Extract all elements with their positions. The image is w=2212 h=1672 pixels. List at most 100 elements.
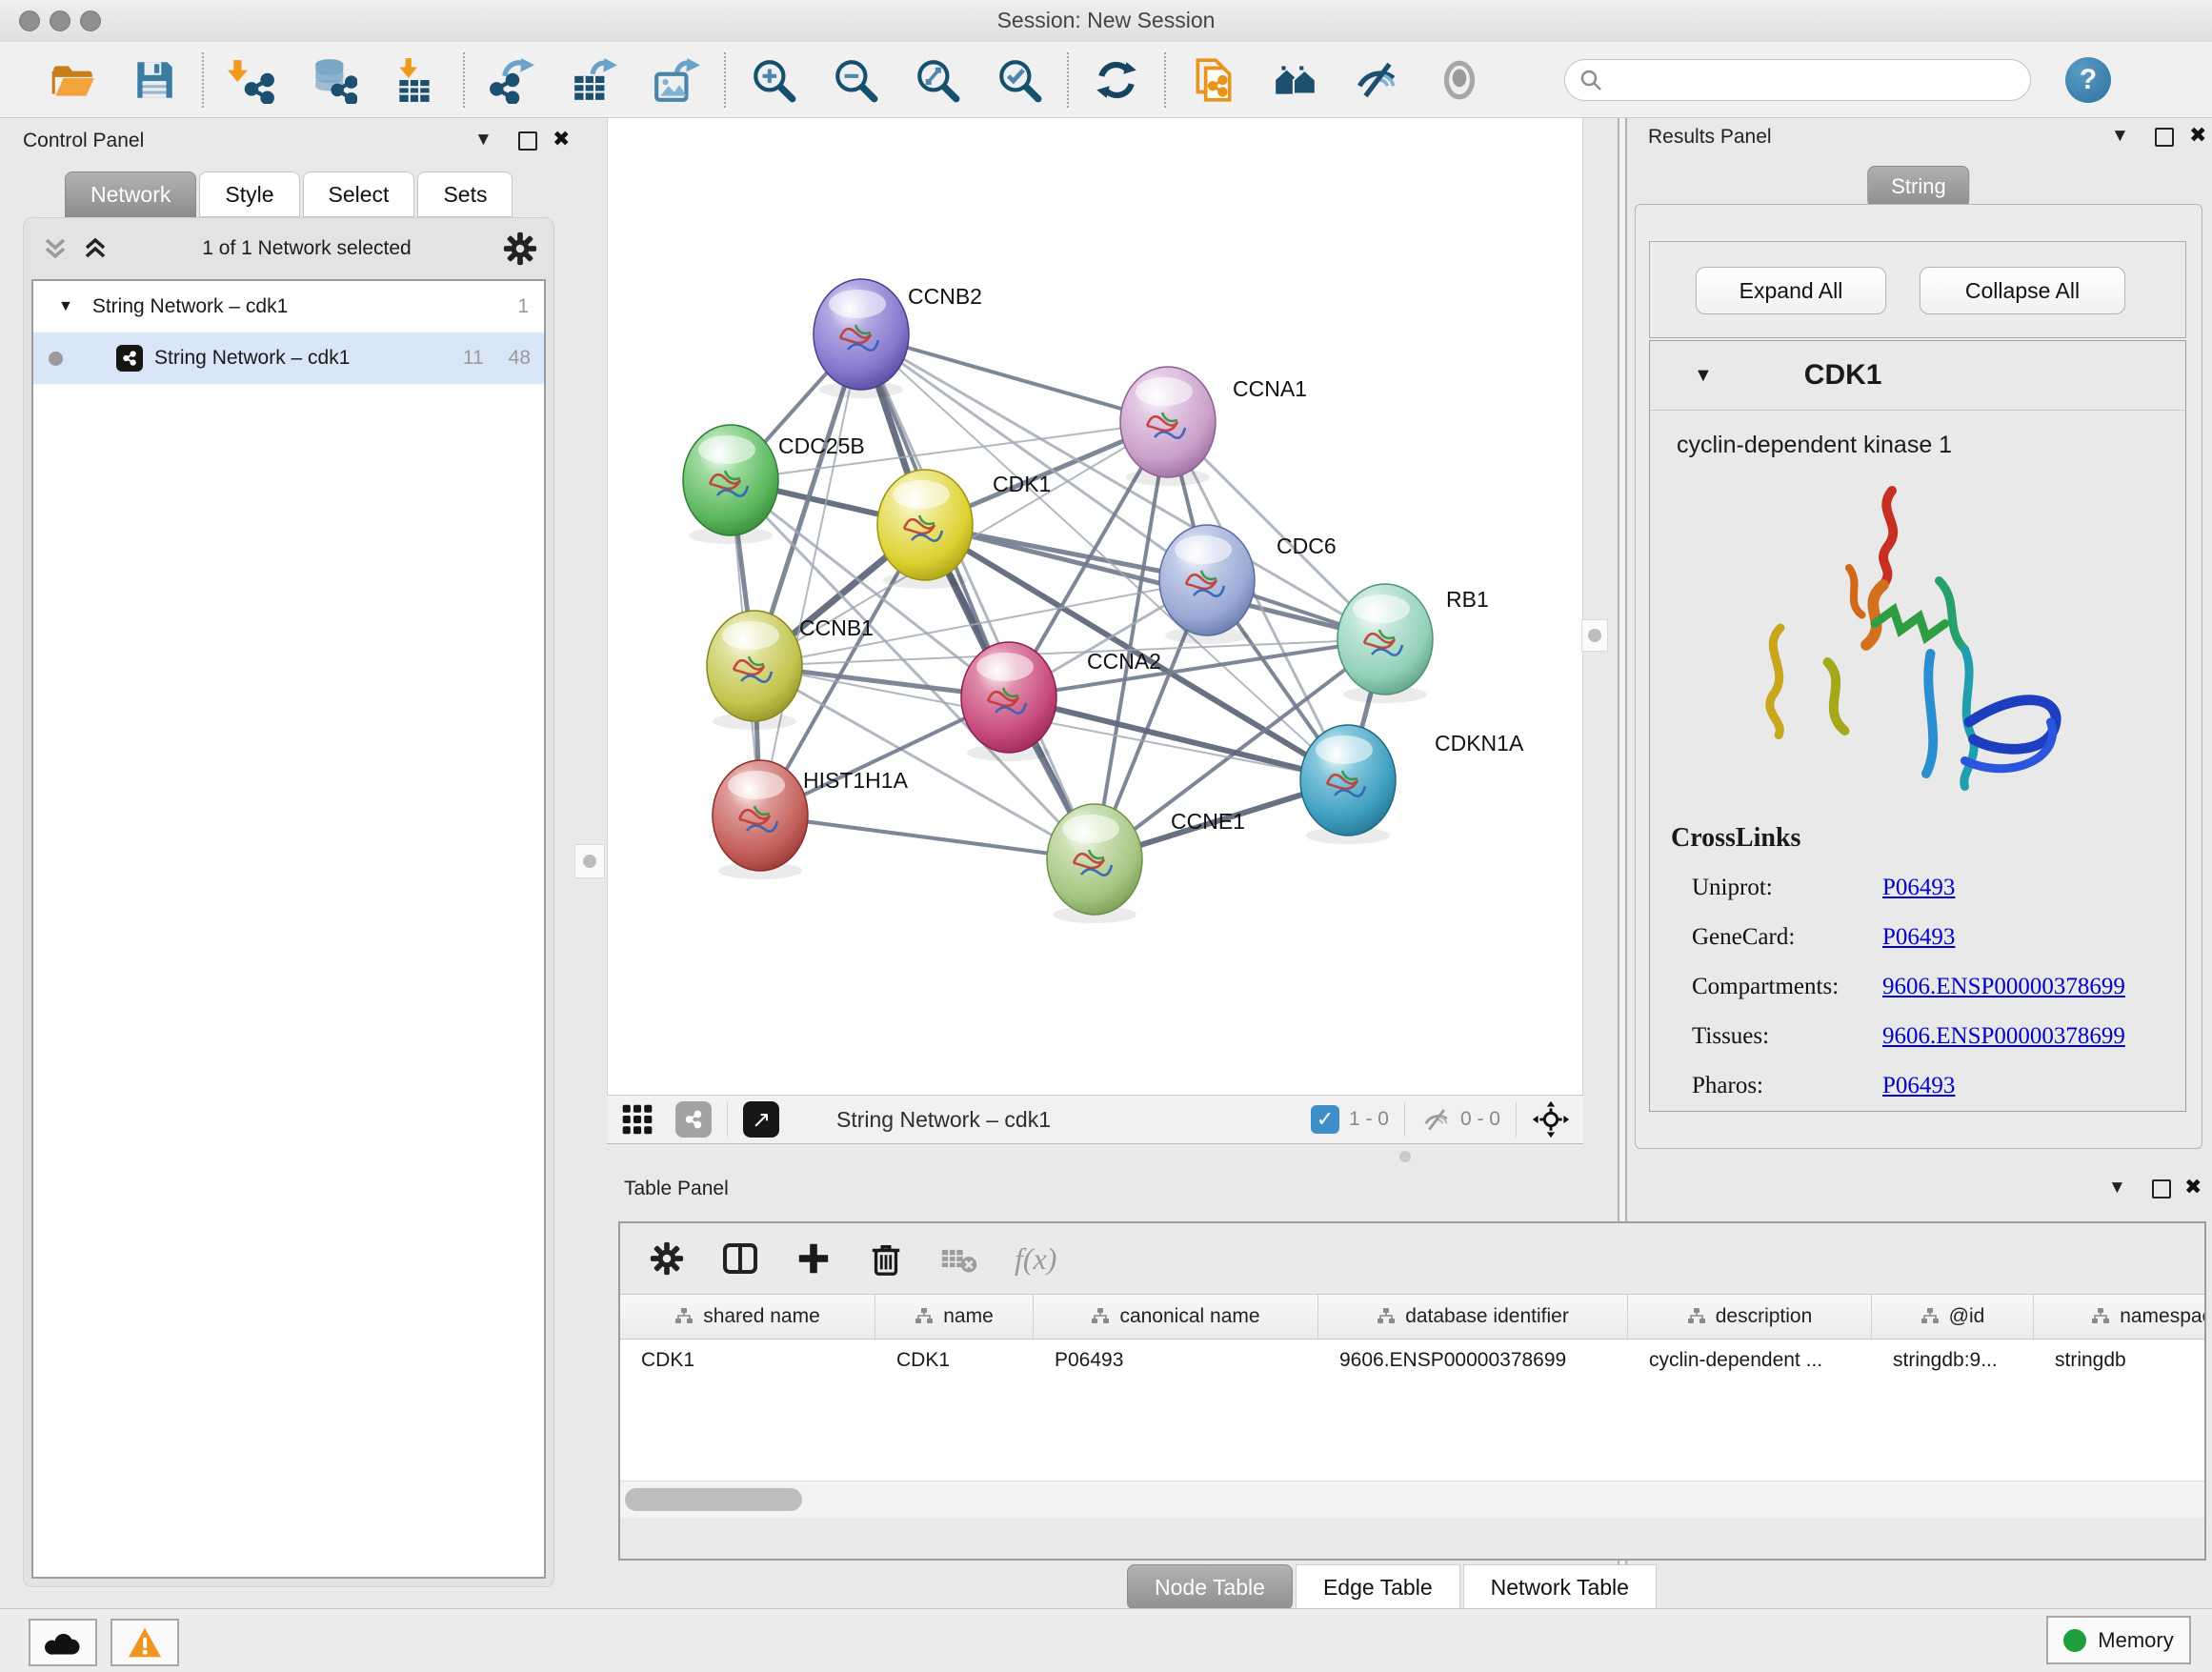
tab-sets[interactable]: Sets — [417, 171, 513, 217]
collapse-all-chevrons-icon[interactable] — [39, 232, 71, 265]
cell[interactable]: cyclin-dependent ... — [1628, 1340, 1872, 1381]
crosslink-link[interactable]: P06493 — [1882, 924, 1955, 951]
protein-ribbon-icon — [1727, 465, 2108, 808]
panel-menu-caret-icon[interactable]: ▼ — [474, 130, 493, 151]
splitter-grip-icon — [583, 855, 596, 868]
header-cell--id[interactable]: @id — [1872, 1295, 2034, 1339]
grid-view-icon[interactable] — [620, 1102, 654, 1137]
header-cell-shared-name[interactable]: shared name — [620, 1295, 875, 1339]
panel-float-icon[interactable] — [2155, 128, 2174, 147]
export-table-button[interactable] — [568, 53, 621, 107]
crosslink-link[interactable]: 9606.ENSP00000378699 — [1882, 974, 2125, 1000]
refresh-button[interactable] — [1090, 53, 1143, 107]
node-table-box: f(x) shared namenamecanonical namedataba… — [618, 1221, 2206, 1561]
horizontal-splitter-grip-icon[interactable] — [1399, 1151, 1411, 1162]
cell[interactable]: stringdb:9... — [1872, 1340, 2034, 1381]
right-splitter-handle[interactable] — [1581, 619, 1608, 652]
selected-checkbox-icon[interactable]: ✓ — [1311, 1105, 1339, 1134]
cell[interactable]: CDK1 — [620, 1340, 875, 1381]
cell[interactable]: P06493 — [1034, 1340, 1318, 1381]
header-cell-name[interactable]: name — [875, 1295, 1034, 1339]
fit-target-icon[interactable] — [1532, 1100, 1570, 1138]
panel-close-icon[interactable]: ✖ — [2184, 1175, 2202, 1199]
zoom-fit-button[interactable] — [911, 53, 964, 107]
panel-menu-caret-icon[interactable]: ▼ — [2111, 126, 2129, 147]
panel-float-icon[interactable] — [518, 131, 537, 151]
search-input[interactable] — [1603, 68, 2030, 92]
apps-home-button[interactable] — [1269, 53, 1322, 107]
clone-network-button[interactable] — [1187, 53, 1240, 107]
export-network-button[interactable] — [486, 53, 539, 107]
network-graph[interactable]: CCNB2CCNA1CDC25BCDK1CDC6RB1CCNB1CCNA2CDK… — [608, 118, 1582, 1095]
panel-menu-caret-icon[interactable]: ▼ — [2108, 1178, 2126, 1199]
string-results-box: Expand All Collapse All ▼ CDK1 cyclin-de… — [1635, 204, 2202, 1149]
panel-float-icon[interactable] — [2152, 1179, 2171, 1199]
crosslink-label: Pharos: — [1692, 1073, 1882, 1099]
cell[interactable]: CDK1 — [875, 1340, 1034, 1381]
tab-string[interactable]: String — [1867, 166, 1969, 208]
edge-CCNE1-HIST1H1A[interactable] — [760, 816, 1095, 859]
add-column-plus-icon[interactable] — [795, 1240, 832, 1277]
header-cell-database-identifier[interactable]: database identifier — [1318, 1295, 1628, 1339]
collapse-all-button[interactable]: Collapse All — [1920, 267, 2125, 314]
show-all-button[interactable] — [1433, 53, 1486, 107]
left-splitter-handle[interactable] — [574, 844, 605, 878]
network-list: ▼ String Network – cdk1 1 String Network… — [31, 279, 546, 1579]
warnings-button[interactable] — [111, 1619, 179, 1666]
network-collection-row[interactable]: ▼ String Network – cdk1 1 — [33, 281, 544, 332]
search-field[interactable] — [1564, 59, 2031, 101]
import-network-file-button[interactable] — [225, 53, 278, 107]
table-row[interactable]: CDK1CDK1P064939606.ENSP00000378699cyclin… — [620, 1340, 2204, 1381]
crosslink-row: Compartments:9606.ENSP00000378699 — [1692, 962, 2185, 1012]
zoom-selected-button[interactable] — [993, 53, 1046, 107]
expand-all-button[interactable]: Expand All — [1696, 267, 1886, 314]
tab-edge-table[interactable]: Edge Table — [1296, 1564, 1460, 1610]
tab-style[interactable]: Style — [199, 171, 299, 217]
network-canvas[interactable]: CCNB2CCNA1CDC25BCDK1CDC6RB1CCNB1CCNA2CDK… — [607, 118, 1583, 1095]
hide-selected-button[interactable] — [1351, 53, 1404, 107]
expand-all-chevrons-icon[interactable] — [79, 232, 111, 265]
export-image-button[interactable] — [650, 53, 703, 107]
table-settings-gear-icon[interactable] — [649, 1240, 685, 1277]
delete-column-trash-icon[interactable] — [868, 1240, 904, 1277]
tab-node-table[interactable]: Node Table — [1127, 1564, 1293, 1610]
network-options-gear-icon[interactable] — [502, 231, 538, 267]
zoom-in-button[interactable] — [747, 53, 800, 107]
splitter-grip-icon — [1588, 629, 1601, 642]
edge-CCNB2-HIST1H1A[interactable] — [760, 334, 861, 816]
crosslink-link[interactable]: P06493 — [1882, 875, 1955, 901]
import-network-database-button[interactable] — [307, 53, 360, 107]
import-table-button[interactable] — [389, 53, 442, 107]
section-collapse-caret-icon[interactable]: ▼ — [1694, 365, 1713, 387]
header-cell-namespace[interactable]: namespace — [2034, 1295, 2204, 1339]
crosslink-link[interactable]: P06493 — [1882, 1073, 1955, 1099]
cell[interactable]: 9606.ENSP00000378699 — [1318, 1340, 1628, 1381]
tab-network[interactable]: Network — [65, 171, 196, 217]
crosslink-link[interactable]: 9606.ENSP00000378699 — [1882, 1023, 2125, 1050]
import-database-icon — [310, 56, 357, 104]
zoom-out-button[interactable] — [829, 53, 882, 107]
memory-button[interactable]: Memory — [2046, 1616, 2191, 1664]
show-columns-icon[interactable] — [721, 1239, 759, 1278]
panel-close-icon[interactable]: ✖ — [553, 127, 570, 151]
edge-count: 48 — [509, 347, 531, 370]
cell[interactable]: stringdb — [2034, 1340, 2204, 1381]
tab-select[interactable]: Select — [303, 171, 415, 217]
header-cell-description[interactable]: description — [1628, 1295, 1872, 1339]
save-session-button[interactable] — [128, 53, 181, 107]
panel-close-icon[interactable]: ✖ — [2189, 123, 2206, 148]
gene-section-header[interactable]: ▼ CDK1 — [1650, 341, 2185, 411]
open-session-button[interactable] — [46, 53, 99, 107]
birdseye-toggle-button[interactable]: ↗ — [743, 1101, 779, 1138]
crosslink-row: Tissues:9606.ENSP00000378699 — [1692, 1012, 2185, 1061]
tree-expand-caret-icon[interactable]: ▼ — [58, 298, 73, 315]
network-row-selected[interactable]: String Network – cdk1 11 48 — [33, 332, 544, 384]
header-cell-canonical-name[interactable]: canonical name — [1034, 1295, 1318, 1339]
help-button[interactable]: ? — [2065, 57, 2111, 103]
string-network-badge-icon[interactable] — [675, 1101, 712, 1138]
horizontal-scrollbar[interactable] — [620, 1481, 2204, 1518]
cloud-button[interactable] — [29, 1619, 97, 1666]
tab-network-table[interactable]: Network Table — [1463, 1564, 1657, 1610]
node-label-RB1: RB1 — [1446, 587, 1489, 612]
scrollbar-thumb[interactable] — [625, 1488, 802, 1511]
